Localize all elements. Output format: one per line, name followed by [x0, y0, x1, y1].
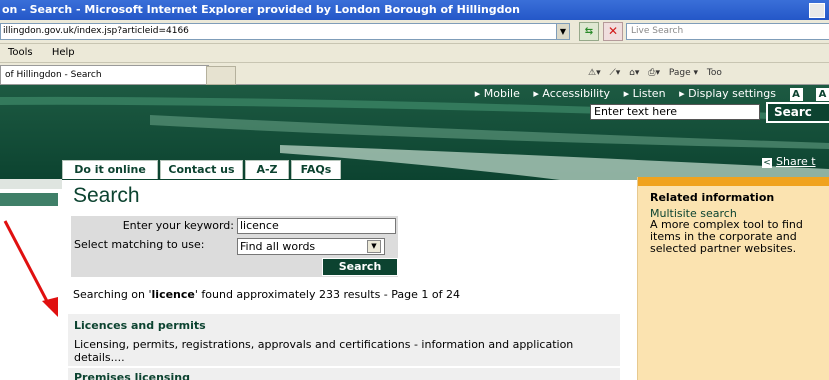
result-item: Licences and permits Licensing, permits,…	[68, 314, 620, 366]
command-bar: ⚠▾ ⟋▾ ⌂▾ ⎙▾ Page ▾ Too	[588, 63, 728, 84]
menu-bar: Tools Help	[0, 44, 829, 63]
address-bar: illingdon.gov.uk/index.jsp?articleid=416…	[0, 20, 829, 44]
stop-icon[interactable]: ✕	[603, 22, 623, 41]
site-search-input[interactable]: Enter text here	[590, 104, 760, 120]
keyword-input[interactable]: licence	[237, 218, 396, 234]
mobile-link[interactable]: ▸ Mobile	[475, 87, 520, 100]
home-icon[interactable]: ⌂▾	[629, 68, 639, 78]
chevron-down-icon[interactable]: ▼	[367, 240, 381, 253]
results-summary: Searching on 'licence' found approximate…	[73, 288, 460, 301]
feeds-icon[interactable]: ⚠▾	[588, 68, 601, 78]
share-link[interactable]: < Share t	[762, 155, 816, 168]
search-term: licence	[151, 288, 195, 301]
site-search-button[interactable]: Searc	[766, 102, 829, 123]
result-item: Premises licensing	[68, 368, 620, 380]
summary-suffix: ' found approximately 233 results - Page…	[194, 288, 460, 301]
keyword-label: Enter your keyword:	[122, 219, 234, 232]
utility-nav: ▸ Mobile ▸ Accessibility ▸ Listen ▸ Disp…	[465, 87, 829, 101]
page-title: Search	[73, 184, 140, 207]
result-title-link[interactable]: Premises licensing	[68, 368, 620, 380]
live-search-input[interactable]: Live Search	[626, 23, 829, 40]
pen-icon[interactable]: ⟋▾	[609, 68, 620, 78]
tools-menu[interactable]: Too	[707, 68, 722, 78]
share-label: Share t	[776, 155, 816, 168]
menu-help[interactable]: Help	[52, 47, 75, 58]
result-title-link[interactable]: Licences and permits	[68, 314, 620, 332]
tab-a-z[interactable]: A-Z	[245, 160, 289, 179]
listen-link[interactable]: ▸ Listen	[624, 87, 666, 100]
related-description: A more complex tool to find items in the…	[650, 218, 803, 255]
search-button[interactable]: Search	[322, 258, 398, 276]
tab-do-it-online[interactable]: Do it online	[62, 160, 158, 179]
window-title: on - Search - Microsoft Internet Explore…	[2, 3, 520, 16]
left-column-strip	[0, 179, 62, 189]
summary-prefix: Searching on '	[73, 288, 152, 301]
accessibility-link[interactable]: ▸ Accessibility	[533, 87, 610, 100]
result-description: Licensing, permits, registrations, appro…	[74, 338, 574, 364]
url-field[interactable]: illingdon.gov.uk/index.jsp?articleid=416…	[0, 23, 564, 40]
search-form: Enter your keyword: licence Select match…	[71, 216, 398, 277]
display-settings-link[interactable]: ▸ Display settings	[679, 87, 776, 100]
related-sidebar: Related information Multisite search A m…	[637, 177, 829, 380]
related-heading: Related information	[650, 191, 775, 204]
matching-select[interactable]: Find all words	[237, 238, 385, 255]
browser-tab-active[interactable]: of Hillingdon - Search	[0, 65, 209, 84]
matching-label: Select matching to use:	[74, 238, 205, 251]
page-menu[interactable]: Page ▾	[669, 68, 698, 78]
font-size-small-button[interactable]: A	[789, 88, 803, 101]
tab-faqs[interactable]: FAQs	[291, 160, 341, 179]
font-size-large-button[interactable]: A	[816, 88, 829, 101]
refresh-icon[interactable]: ⇆	[579, 22, 599, 41]
window-titlebar: on - Search - Microsoft Internet Explore…	[0, 0, 829, 20]
new-tab-button[interactable]	[206, 66, 236, 85]
annotation-arrow	[3, 220, 58, 317]
menu-tools[interactable]: Tools	[8, 47, 33, 58]
sidebar-accent-bar	[638, 177, 829, 186]
left-nav-bar	[0, 193, 58, 206]
url-dropdown-icon[interactable]: ▼	[556, 23, 570, 40]
share-icon: <	[762, 158, 772, 168]
tab-contact-us[interactable]: Contact us	[160, 160, 243, 179]
print-icon[interactable]: ⎙▾	[648, 68, 660, 78]
minimize-button[interactable]	[809, 3, 825, 18]
